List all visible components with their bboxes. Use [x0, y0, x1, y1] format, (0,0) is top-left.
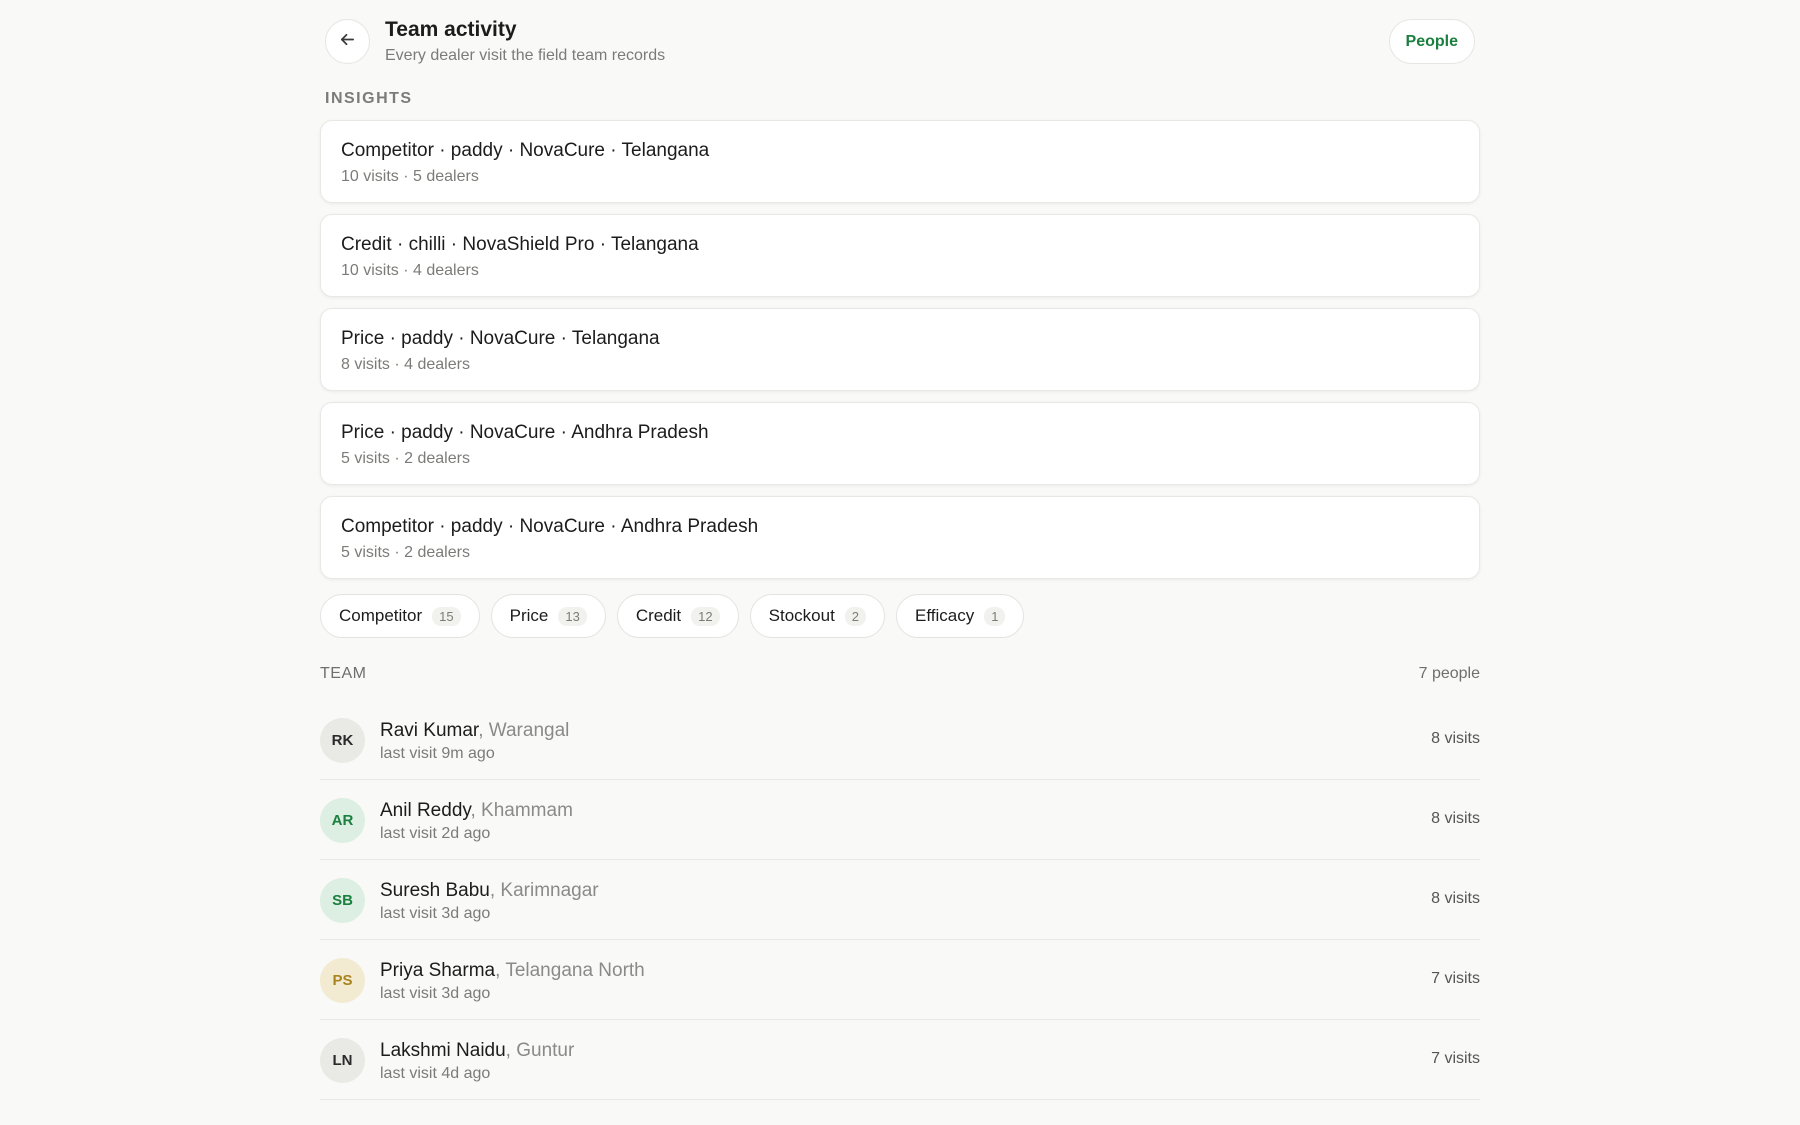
- member-name: Ravi Kumar: [380, 720, 479, 741]
- member-last-visit: last visit 9m ago: [380, 745, 495, 762]
- insight-list: Competitor · paddy · NovaCure · Telangan…: [320, 120, 1480, 590]
- insights-section-label: INSIGHTS: [325, 90, 413, 107]
- insight-title: Competitor · paddy · NovaCure · Andhra P…: [341, 516, 759, 537]
- chip-label: Competitor: [339, 606, 423, 625]
- filter-chip-price[interactable]: Price 13: [490, 594, 606, 638]
- member-name: Anil Reddy: [380, 800, 471, 821]
- insight-meta: 10 visits · 4 dealers: [341, 262, 479, 279]
- member-visit-count: 8 visits: [1431, 810, 1480, 827]
- team-list: RK Ravi Kumar, Warangal last visit 9m ag…: [320, 700, 1480, 1100]
- insight-meta: 5 visits · 2 dealers: [341, 450, 470, 467]
- member-name-line: Lakshmi Naidu, Guntur: [380, 1040, 574, 1062]
- member-visit-count: 7 visits: [1431, 970, 1480, 987]
- insight-card[interactable]: Price · paddy · NovaCure · Telangana 8 v…: [320, 308, 1480, 391]
- insight-title: Credit · chilli · NovaShield Pro · Telan…: [341, 234, 699, 255]
- member-name-line: Suresh Babu, Karimnagar: [380, 880, 599, 902]
- chip-label: Efficacy: [915, 606, 975, 625]
- filter-chip-credit[interactable]: Credit 12: [616, 594, 739, 638]
- avatar: SB: [320, 878, 365, 923]
- member-name-line: Anil Reddy, Khammam: [380, 800, 573, 822]
- header: Team activity Every dealer visit the fie…: [320, 0, 1480, 90]
- team-section-label: TEAM: [320, 665, 367, 682]
- member-name: Lakshmi Naidu: [380, 1040, 506, 1061]
- member-name-line: Ravi Kumar, Warangal: [380, 720, 569, 742]
- avatar: RK: [320, 718, 365, 763]
- insight-meta: 8 visits · 4 dealers: [341, 356, 470, 373]
- team-member-row[interactable]: AR Anil Reddy, Khammam last visit 2d ago…: [320, 780, 1480, 860]
- member-location: , Warangal: [478, 720, 570, 741]
- insight-meta: 10 visits · 5 dealers: [341, 168, 479, 185]
- team-member-row[interactable]: LN Lakshmi Naidu, Guntur last visit 4d a…: [320, 1020, 1480, 1100]
- insight-card[interactable]: Credit · chilli · NovaShield Pro · Telan…: [320, 214, 1480, 297]
- insight-meta: 5 visits · 2 dealers: [341, 544, 470, 561]
- member-location: , Telangana North: [495, 960, 645, 981]
- page-title: Team activity: [385, 18, 517, 41]
- chip-count: 1: [984, 606, 1006, 626]
- chip-count: 15: [432, 606, 461, 626]
- member-last-visit: last visit 2d ago: [380, 825, 491, 842]
- people-button[interactable]: People: [1388, 19, 1475, 64]
- chip-label: Stockout: [768, 606, 835, 625]
- member-name-line: Priya Sharma, Telangana North: [380, 960, 645, 982]
- member-last-visit: last visit 3d ago: [380, 985, 491, 1002]
- chip-count: 12: [691, 606, 720, 626]
- avatar: AR: [320, 798, 365, 843]
- member-visit-count: 8 visits: [1431, 890, 1480, 907]
- member-location: , Guntur: [505, 1040, 575, 1061]
- member-name: Priya Sharma: [380, 960, 496, 981]
- chip-label: Price: [509, 606, 549, 625]
- insight-card[interactable]: Competitor · paddy · NovaCure · Telangan…: [320, 120, 1480, 203]
- insight-title: Competitor · paddy · NovaCure · Telangan…: [341, 140, 710, 161]
- insight-card[interactable]: Price · paddy · NovaCure · Andhra Prades…: [320, 402, 1480, 485]
- back-button[interactable]: [325, 19, 370, 64]
- filter-chip-stockout[interactable]: Stockout 2: [749, 594, 886, 638]
- member-visit-count: 8 visits: [1431, 730, 1480, 747]
- team-member-row[interactable]: PS Priya Sharma, Telangana North last vi…: [320, 940, 1480, 1020]
- team-count: 7 people: [1418, 665, 1480, 682]
- chip-label: Credit: [635, 606, 682, 625]
- insight-title: Price · paddy · NovaCure · Andhra Prades…: [341, 422, 709, 443]
- member-location: , Karimnagar: [489, 880, 599, 901]
- member-last-visit: last visit 4d ago: [380, 1065, 491, 1082]
- category-filter-chips: Competitor 15 Price 13 Credit 12 Stockou…: [320, 594, 1025, 638]
- team-activity-page: Team activity Every dealer visit the fie…: [320, 0, 1480, 1125]
- insight-title: Price · paddy · NovaCure · Telangana: [341, 328, 660, 349]
- arrow-left-icon: [338, 30, 357, 54]
- member-name: Suresh Babu: [380, 880, 490, 901]
- avatar: PS: [320, 958, 365, 1003]
- team-member-row[interactable]: SB Suresh Babu, Karimnagar last visit 3d…: [320, 860, 1480, 940]
- member-last-visit: last visit 3d ago: [380, 905, 491, 922]
- chip-count: 2: [844, 606, 867, 626]
- insight-card[interactable]: Competitor · paddy · NovaCure · Andhra P…: [320, 496, 1480, 579]
- member-location: , Khammam: [470, 800, 573, 821]
- chip-count: 13: [558, 606, 587, 626]
- avatar: LN: [320, 1038, 365, 1083]
- page-subtitle: Every dealer visit the field team record…: [385, 47, 666, 64]
- filter-chip-competitor[interactable]: Competitor 15: [320, 594, 480, 638]
- team-member-row[interactable]: RK Ravi Kumar, Warangal last visit 9m ag…: [320, 700, 1480, 780]
- team-section-header: TEAM 7 people: [320, 665, 1480, 685]
- filter-chip-efficacy[interactable]: Efficacy 1: [896, 594, 1025, 638]
- member-visit-count: 7 visits: [1431, 1050, 1480, 1067]
